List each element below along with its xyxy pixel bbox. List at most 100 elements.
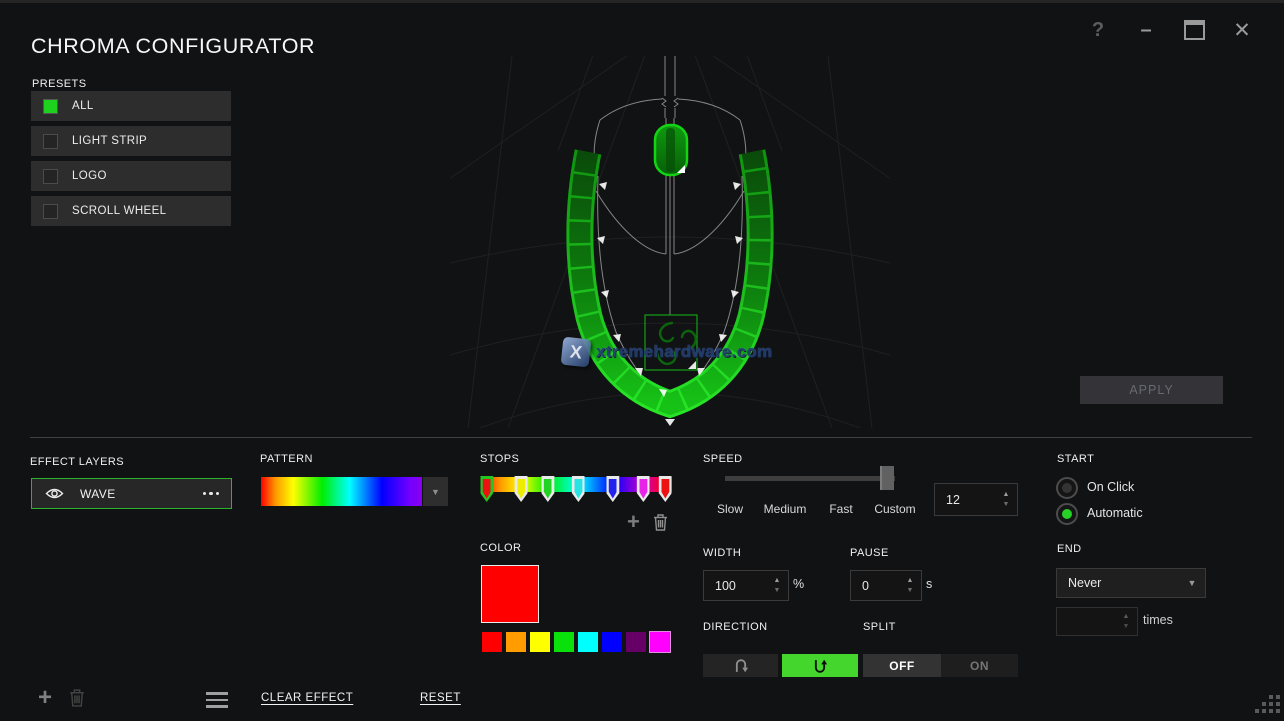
preset-item-logo[interactable]: LOGO	[31, 161, 231, 191]
spinner-down-icon[interactable]: ▼	[1003, 501, 1010, 508]
reset-link[interactable]: RESET	[420, 692, 461, 704]
color-label: COLOR	[480, 542, 521, 554]
speed-tick-custom[interactable]: Custom	[874, 502, 915, 516]
spinner-up-icon[interactable]: ▲	[1003, 491, 1010, 498]
help-icon[interactable]: ?	[1083, 16, 1113, 44]
add-stop-button[interactable]: +	[627, 511, 640, 533]
watermark-text: xtremehardware.com	[596, 342, 772, 362]
stop-marker[interactable]	[541, 476, 554, 502]
scroll-wheel-shade	[666, 128, 675, 172]
checkbox-icon[interactable]	[43, 204, 58, 219]
pattern-dropdown-button[interactable]: ▼	[423, 477, 448, 506]
split-on-button[interactable]: ON	[941, 654, 1018, 677]
spinner-down-icon[interactable]: ▼	[1123, 623, 1130, 630]
radio-on-click[interactable]	[1056, 477, 1078, 499]
maximize-button[interactable]	[1179, 16, 1209, 44]
speed-tick-medium[interactable]: Medium	[764, 502, 807, 516]
checkbox-icon[interactable]	[43, 169, 58, 184]
effect-layers-label: EFFECT LAYERS	[30, 456, 124, 468]
preset-item-scroll-wheel[interactable]: SCROLL WHEEL	[31, 196, 231, 226]
pause-spinner[interactable]: 0 ▲ ▼	[850, 570, 922, 601]
radio-automatic-selected[interactable]	[1056, 503, 1078, 525]
direction-label: DIRECTION	[703, 621, 768, 633]
stop-marker[interactable]	[637, 476, 650, 502]
palette-swatch-green[interactable]	[554, 632, 574, 652]
gradient-stops-editor[interactable]	[481, 476, 672, 506]
mouse-preview[interactable]: X xtremehardware.com	[450, 56, 890, 428]
palette-swatch-blue[interactable]	[602, 632, 622, 652]
palette-swatch-magenta[interactable]	[650, 632, 670, 652]
speed-tick-slow[interactable]: Slow	[717, 502, 743, 516]
end-dropdown[interactable]: Never ▼	[1056, 568, 1206, 598]
width-unit: %	[793, 577, 804, 591]
chevron-down-icon: ▼	[431, 487, 440, 497]
end-label: END	[1057, 543, 1082, 555]
stops-label: STOPS	[480, 453, 519, 465]
layer-name: WAVE	[80, 487, 203, 501]
speed-value-spinner[interactable]: 12 ▲ ▼	[934, 483, 1018, 516]
maximize-icon	[1184, 20, 1205, 40]
panel-divider	[30, 437, 1252, 438]
minimize-button[interactable]: –	[1131, 16, 1161, 44]
preset-label: SCROLL WHEEL	[72, 205, 166, 217]
preset-label: ALL	[72, 100, 94, 112]
checkbox-icon[interactable]	[43, 134, 58, 149]
resize-grip[interactable]	[1254, 695, 1280, 716]
end-dropdown-value: Never	[1057, 576, 1179, 590]
spinner-arrows: ▲ ▼	[1115, 613, 1137, 630]
preset-item-light-strip[interactable]: LIGHT STRIP	[31, 126, 231, 156]
stop-marker[interactable]	[659, 476, 672, 502]
radio-on-click-label[interactable]: On Click	[1087, 480, 1134, 494]
stop-marker[interactable]	[572, 476, 585, 502]
spinner-up-icon[interactable]: ▲	[907, 577, 914, 584]
stop-marker[interactable]	[515, 476, 528, 502]
visibility-eye-icon[interactable]	[45, 487, 64, 500]
spinner-arrows: ▲ ▼	[995, 491, 1017, 508]
radio-automatic-label[interactable]: Automatic	[1087, 506, 1143, 520]
palette-swatch-purple[interactable]	[626, 632, 646, 652]
spinner-up-icon[interactable]: ▲	[774, 577, 781, 584]
end-times-spinner[interactable]: ▲ ▼	[1056, 607, 1138, 636]
clear-effect-link[interactable]: CLEAR EFFECT	[261, 692, 353, 704]
palette-swatch-cyan[interactable]	[578, 632, 598, 652]
color-palette	[482, 632, 670, 652]
speed-slider-handle[interactable]	[880, 466, 894, 490]
apply-button[interactable]: APPLY	[1080, 376, 1223, 404]
effect-layer-wave[interactable]: WAVE	[31, 478, 232, 509]
close-button[interactable]: ✕	[1227, 16, 1257, 44]
width-value: 100	[704, 579, 766, 593]
spinner-down-icon[interactable]: ▼	[774, 587, 781, 594]
speed-slider-track[interactable]	[725, 476, 895, 481]
spinner-arrows: ▲ ▼	[899, 577, 921, 594]
add-layer-button[interactable]: +	[38, 686, 52, 710]
split-off-button[interactable]: OFF	[863, 654, 941, 677]
palette-swatch-orange[interactable]	[506, 632, 526, 652]
start-label: START	[1057, 453, 1094, 465]
pattern-gradient-bar[interactable]	[261, 477, 422, 506]
delete-layer-trash-icon[interactable]	[68, 688, 86, 712]
pause-label: PAUSE	[850, 547, 889, 559]
speed-tick-fast[interactable]: Fast	[829, 502, 852, 516]
palette-swatch-yellow[interactable]	[530, 632, 550, 652]
delete-stop-trash-icon[interactable]	[652, 513, 669, 536]
menu-hamburger-icon[interactable]	[206, 692, 228, 712]
speed-value: 12	[935, 493, 995, 507]
stop-marker-selected[interactable]	[480, 476, 493, 502]
spinner-down-icon[interactable]: ▼	[907, 587, 914, 594]
width-label: WIDTH	[703, 547, 741, 559]
spinner-up-icon[interactable]: ▲	[1123, 613, 1130, 620]
layer-options-ellipsis-icon[interactable]	[203, 492, 220, 496]
checkbox-checked-icon[interactable]	[43, 99, 58, 114]
width-spinner[interactable]: 100 ▲ ▼	[703, 570, 789, 601]
chevron-down-icon: ▼	[1179, 578, 1205, 588]
direction-up-button-selected[interactable]	[782, 654, 858, 677]
direction-down-button[interactable]	[703, 654, 778, 677]
preset-label: LIGHT STRIP	[72, 135, 147, 147]
stop-marker[interactable]	[606, 476, 619, 502]
pause-unit: s	[926, 577, 932, 591]
palette-swatch-red[interactable]	[482, 632, 502, 652]
end-times-label: times	[1143, 613, 1173, 627]
current-color-swatch[interactable]	[481, 565, 539, 623]
page-title: CHROMA CONFIGURATOR	[31, 34, 315, 59]
preset-item-all[interactable]: ALL	[31, 91, 231, 121]
